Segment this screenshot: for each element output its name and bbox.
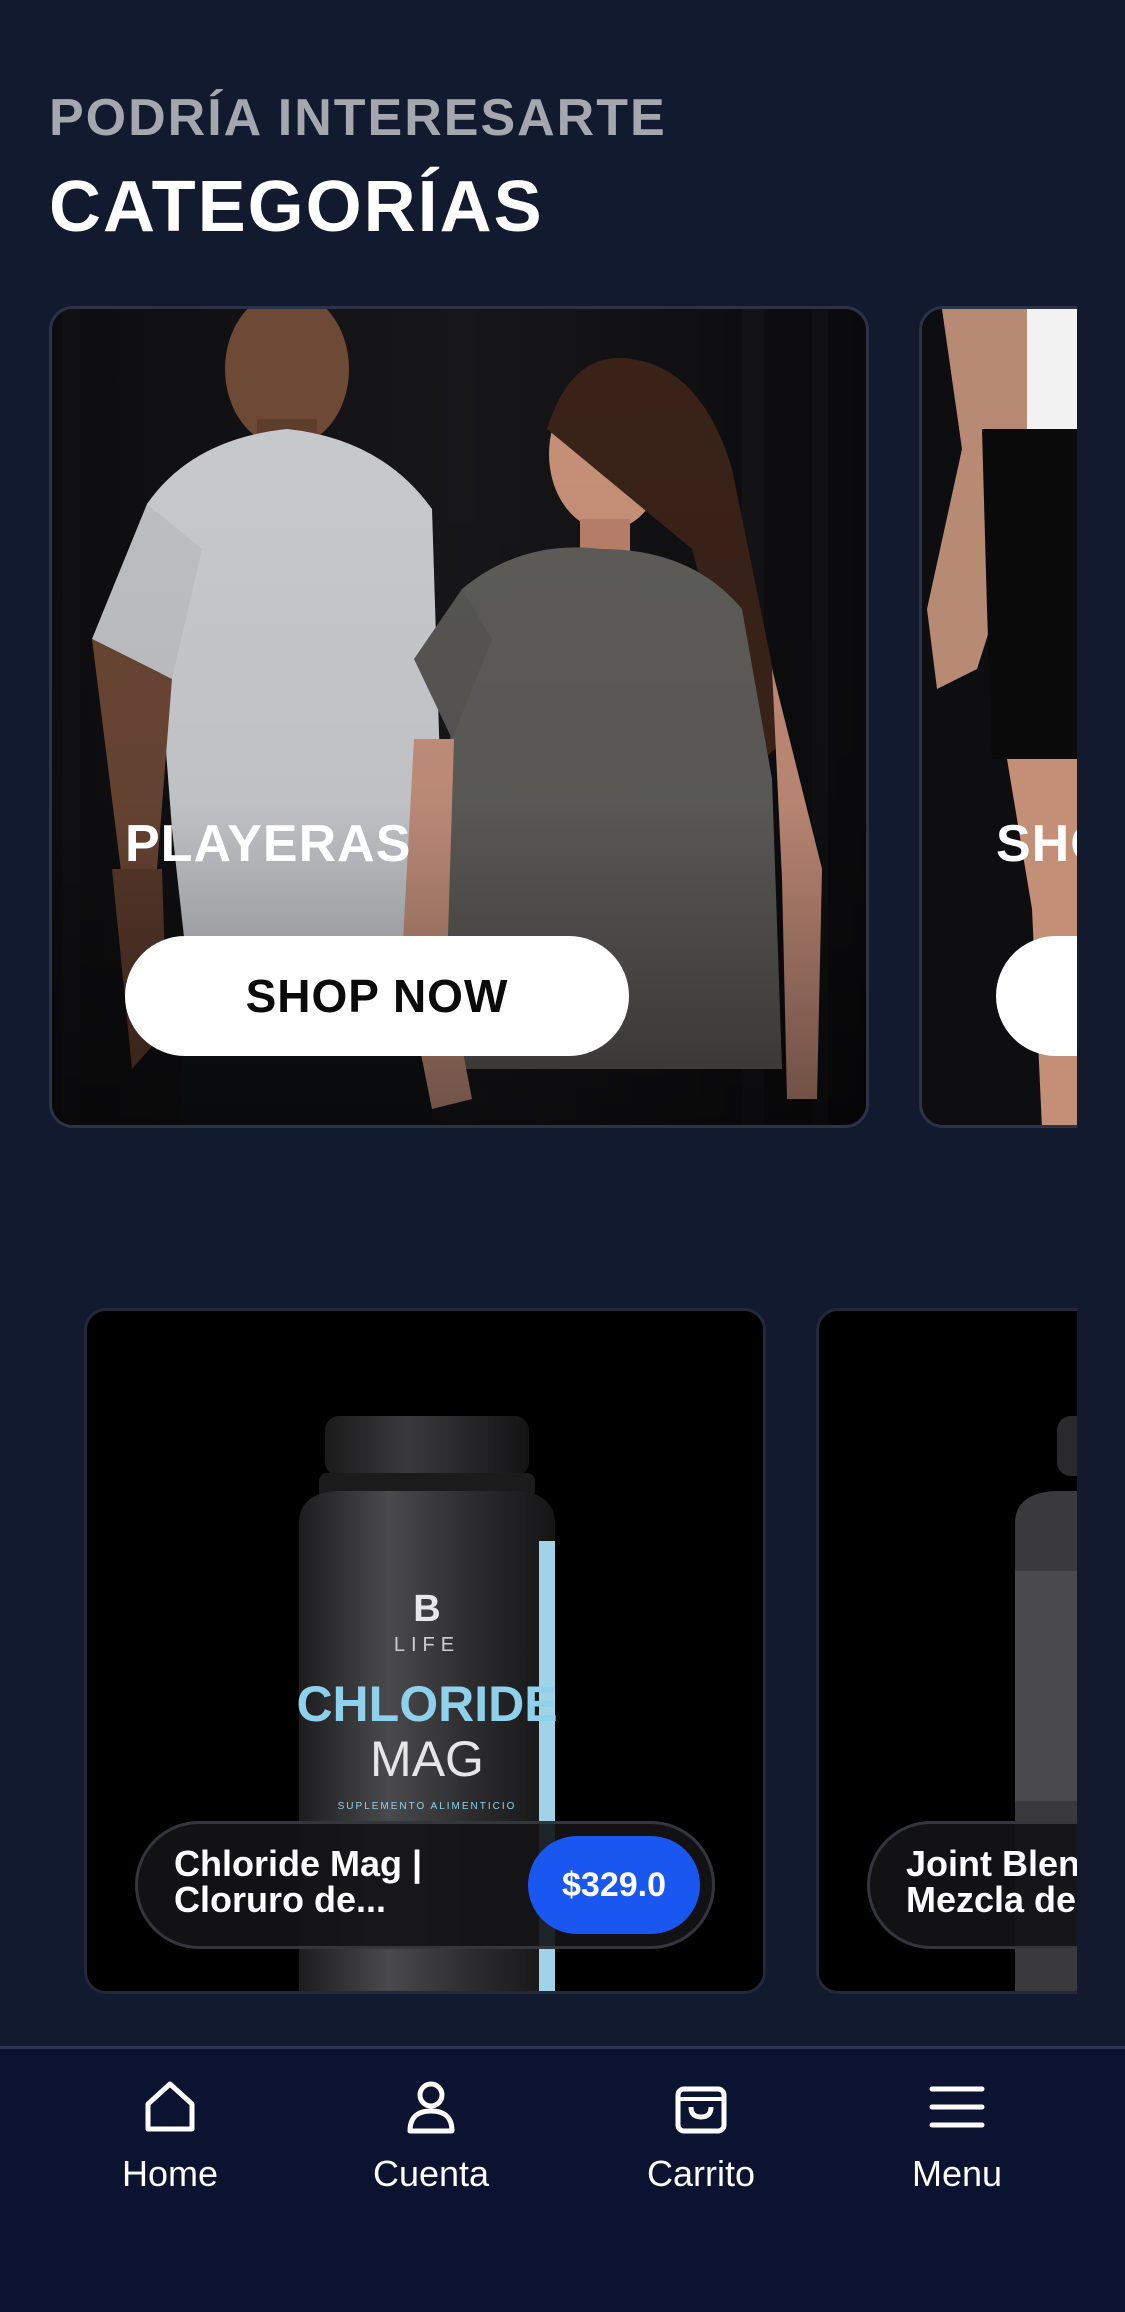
category-card-shorts[interactable]: SHO [919,306,1077,1128]
svg-text:B: B [413,1588,440,1630]
category-card-playeras[interactable]: PLAYERAS SHOP NOW [49,306,869,1128]
product-card[interactable]: Joint Blend Mezcla de [816,1308,1077,1994]
nav-item-cuenta[interactable]: Cuenta [331,2077,531,2207]
nav-label: Carrito [646,2153,756,2194]
nav-item-carrito[interactable]: Carrito [601,2077,801,2207]
screen: PODRÍA INTERESARTE CATEGORÍAS PLAYERAS S… [0,0,1125,2312]
price-button[interactable]: $329.0 [528,1836,700,1934]
svg-text:MAG: MAG [370,1731,484,1787]
section-eyebrow: PODRÍA INTERESARTE [49,89,667,147]
svg-text:LIFE: LIFE [394,1634,460,1656]
user-icon [407,2081,455,2134]
category-label: SHO [996,815,1077,873]
menu-icon [929,2086,985,2128]
page-title: CATEGORÍAS [49,167,544,247]
product-card[interactable]: B LIFE CHLORIDE MAG SUPLEMENTO ALIMENTIC… [84,1308,766,1994]
nav-item-menu[interactable]: Menu [857,2077,1057,2207]
nav-label: Cuenta [372,2153,490,2194]
category-label: PLAYERAS [125,815,412,873]
product-info-pill[interactable]: Joint Blend Mezcla de [867,1821,1077,1949]
nav-item-home[interactable]: Home [70,2077,270,2207]
bottom-nav: Home Cuenta Carrito Menu [0,2046,1125,2312]
svg-text:CHLORIDE: CHLORIDE [296,1676,557,1732]
product-carousel[interactable]: B LIFE CHLORIDE MAG SUPLEMENTO ALIMENTIC… [0,1308,1077,1994]
product-info-pill[interactable]: Chloride Mag | Cloruro de... $329.0 [135,1821,715,1949]
product-name: Chloride Mag | Cloruro de... [174,1843,423,1920]
product-name: Joint Blend Mezcla de [906,1843,1077,1920]
home-icon [145,2081,195,2132]
category-carousel[interactable]: PLAYERAS SHOP NOW SHO [0,306,1077,1128]
svg-text:SUPLEMENTO ALIMENTICIO: SUPLEMENTO ALIMENTICIO [338,1801,517,1812]
nav-label: Menu [911,2153,1003,2194]
bag-icon [675,2086,727,2134]
shop-now-button[interactable]: SHOP NOW [125,936,629,1056]
nav-label: Home [121,2153,219,2194]
